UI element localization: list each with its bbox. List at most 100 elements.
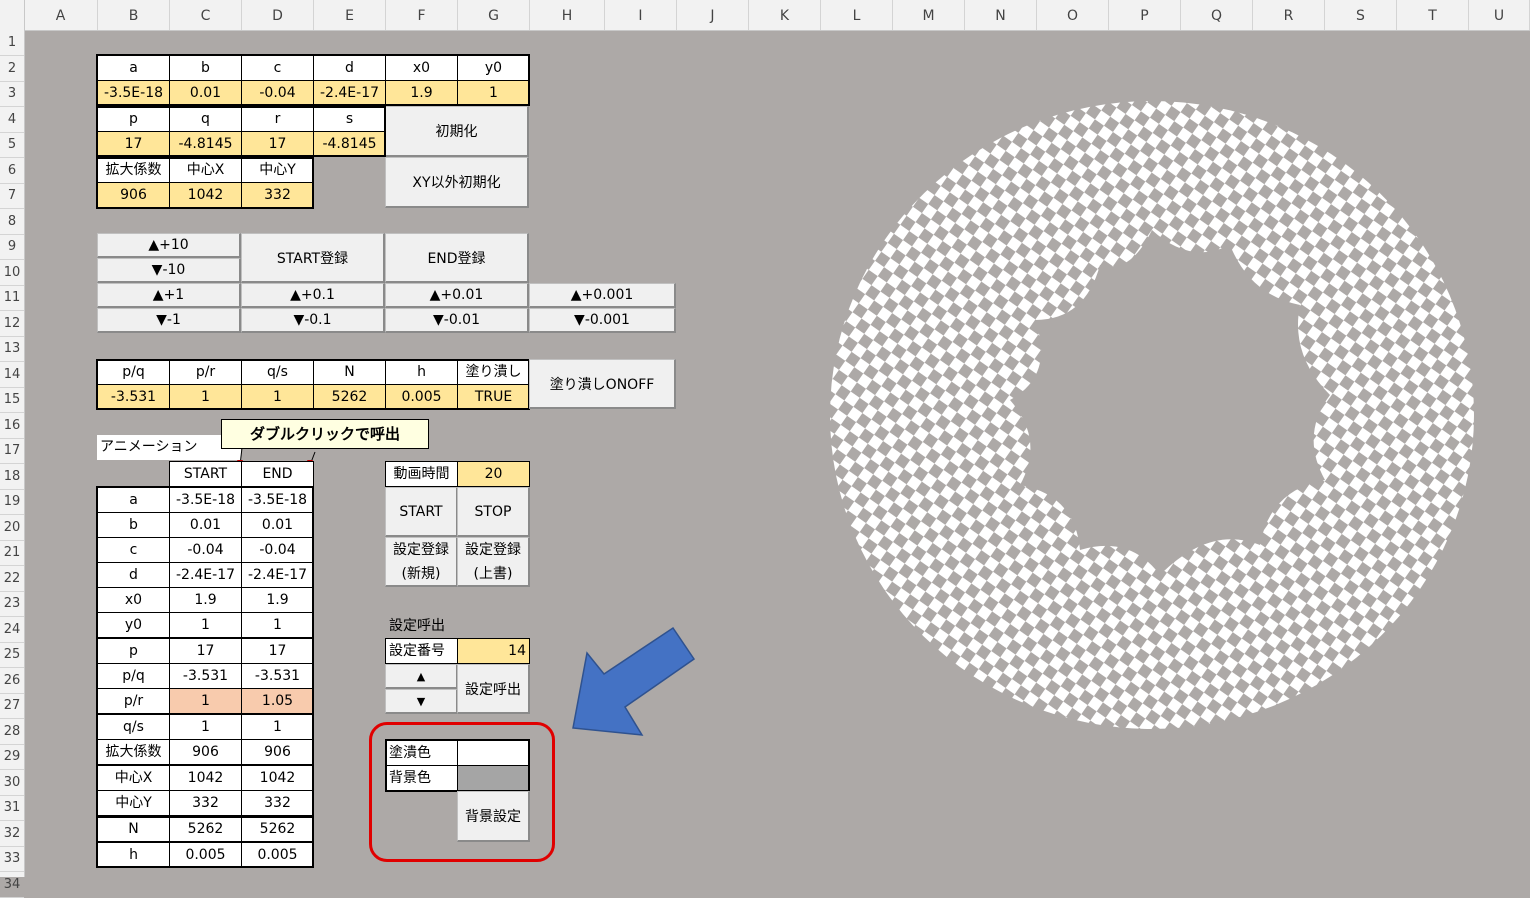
column-header-c[interactable]: C [170, 0, 242, 30]
fill-onoff-button[interactable]: 塗り潰しONOFF [529, 359, 676, 409]
ratio-value-5[interactable]: TRUE [457, 384, 530, 410]
param2-value-0[interactable]: 17 [97, 131, 170, 157]
select-all-corner[interactable] [0, 0, 25, 31]
column-header-o[interactable]: O [1037, 0, 1109, 30]
anim-start-value[interactable]: 5262 [169, 816, 242, 842]
row-header-10[interactable]: 10 [0, 260, 24, 286]
row-header-31[interactable]: 31 [0, 795, 24, 821]
anim-end-value[interactable]: 1.9 [241, 587, 314, 613]
ratio-value-0[interactable]: -3.531 [97, 384, 170, 410]
anim-start-value[interactable]: 0.005 [169, 842, 242, 868]
anim-end-value[interactable]: 0.01 [241, 512, 314, 538]
column-header-u[interactable]: U [1469, 0, 1530, 30]
row-header-23[interactable]: 23 [0, 591, 24, 617]
row-header-8[interactable]: 8 [0, 209, 24, 235]
row-header-26[interactable]: 26 [0, 668, 24, 694]
plus01-button[interactable]: ▲+0.1 [241, 283, 385, 308]
anim-end-value[interactable]: 1042 [241, 765, 314, 791]
row-header-20[interactable]: 20 [0, 515, 24, 541]
anim-end-value[interactable]: 332 [241, 790, 314, 816]
row-header-32[interactable]: 32 [0, 821, 24, 847]
row-header-30[interactable]: 30 [0, 770, 24, 796]
row-header-7[interactable]: 7 [0, 183, 24, 209]
column-header-h[interactable]: H [530, 0, 605, 30]
column-header-a[interactable]: A [24, 0, 98, 30]
anim-start-value[interactable]: 332 [169, 790, 242, 816]
setting-number-value[interactable]: 14 [457, 638, 530, 664]
init-button[interactable]: 初期化 [385, 106, 529, 157]
row-header-28[interactable]: 28 [0, 719, 24, 745]
row-header-19[interactable]: 19 [0, 489, 24, 515]
row-header-4[interactable]: 4 [0, 107, 24, 133]
column-header-l[interactable]: L [821, 0, 893, 30]
param-value-3[interactable]: -2.4E-17 [313, 80, 386, 106]
scale-value-1[interactable]: 1042 [169, 182, 242, 208]
anim-end-value[interactable]: 5262 [241, 816, 314, 842]
anim-start-value[interactable]: -0.04 [169, 537, 242, 563]
plus001-button[interactable]: ▲+0.01 [385, 283, 529, 308]
column-header-d[interactable]: D [242, 0, 314, 30]
anim-start-value[interactable]: -3.5E-18 [169, 487, 242, 513]
row-header-17[interactable]: 17 [0, 438, 24, 464]
anim-start-value[interactable]: -3.531 [169, 663, 242, 689]
setting-down-button[interactable]: ▼ [385, 689, 458, 714]
row-header-6[interactable]: 6 [0, 158, 24, 184]
scale-value-0[interactable]: 906 [97, 182, 170, 208]
anim-end-value[interactable]: -2.4E-17 [241, 562, 314, 588]
ratio-value-4[interactable]: 0.005 [385, 384, 458, 410]
row-header-3[interactable]: 3 [0, 81, 24, 107]
column-header-s[interactable]: S [1325, 0, 1397, 30]
row-header-15[interactable]: 15 [0, 387, 24, 413]
row-header-13[interactable]: 13 [0, 336, 24, 362]
row-header-33[interactable]: 33 [0, 846, 24, 872]
row-header-12[interactable]: 12 [0, 311, 24, 337]
param2-value-2[interactable]: 17 [241, 131, 314, 157]
param-value-4[interactable]: 1.9 [385, 80, 458, 106]
anim-end-value[interactable]: -0.04 [241, 537, 314, 563]
row-header-5[interactable]: 5 [0, 132, 24, 158]
anim-start-value[interactable]: 1 [169, 612, 242, 638]
row-header-29[interactable]: 29 [0, 744, 24, 770]
row-header-14[interactable]: 14 [0, 362, 24, 388]
column-header-k[interactable]: K [749, 0, 821, 30]
row-header-18[interactable]: 18 [0, 464, 24, 490]
duration-value[interactable]: 20 [457, 461, 530, 487]
param-value-1[interactable]: 0.01 [169, 80, 242, 106]
row-header-16[interactable]: 16 [0, 413, 24, 439]
column-header-m[interactable]: M [893, 0, 965, 30]
column-header-r[interactable]: R [1253, 0, 1325, 30]
anim-start-value[interactable]: 1.9 [169, 587, 242, 613]
column-header-t[interactable]: T [1397, 0, 1469, 30]
row-header-25[interactable]: 25 [0, 642, 24, 668]
save-overwrite-button[interactable]: 設定登録 (上書) [457, 537, 530, 587]
anim-start-value[interactable]: 0.01 [169, 512, 242, 538]
row-header-1[interactable]: 1 [0, 30, 24, 56]
column-header-g[interactable]: G [458, 0, 530, 30]
anim-end-value[interactable]: 17 [241, 638, 314, 664]
row-header-9[interactable]: 9 [0, 234, 24, 260]
row-header-27[interactable]: 27 [0, 693, 24, 719]
scale-value-2[interactable]: 332 [241, 182, 314, 208]
minus01-button[interactable]: ▼-0.1 [241, 308, 385, 333]
minus0001-button[interactable]: ▼-0.001 [529, 308, 676, 333]
column-header-f[interactable]: F [386, 0, 458, 30]
column-header-e[interactable]: E [314, 0, 386, 30]
row-header-34[interactable]: 34 [0, 872, 24, 898]
plus1-button[interactable]: ▲+1 [97, 283, 241, 308]
minus001-button[interactable]: ▼-0.01 [385, 308, 529, 333]
plus0001-button[interactable]: ▲+0.001 [529, 283, 676, 308]
param-value-5[interactable]: 1 [457, 80, 530, 106]
start-register-button[interactable]: START登録 [241, 233, 385, 283]
end-register-button[interactable]: END登録 [385, 233, 529, 283]
ratio-value-3[interactable]: 5262 [313, 384, 386, 410]
anim-start-value[interactable]: 1 [169, 714, 242, 740]
anim-end-value[interactable]: 1 [241, 612, 314, 638]
param-value-2[interactable]: -0.04 [241, 80, 314, 106]
row-header-11[interactable]: 11 [0, 285, 24, 311]
minus1-button[interactable]: ▼-1 [97, 308, 241, 333]
column-header-p[interactable]: P [1109, 0, 1181, 30]
ratio-value-1[interactable]: 1 [169, 384, 242, 410]
column-header-j[interactable]: J [677, 0, 749, 30]
column-header-i[interactable]: I [605, 0, 677, 30]
anim-stop-button[interactable]: STOP [457, 487, 530, 537]
